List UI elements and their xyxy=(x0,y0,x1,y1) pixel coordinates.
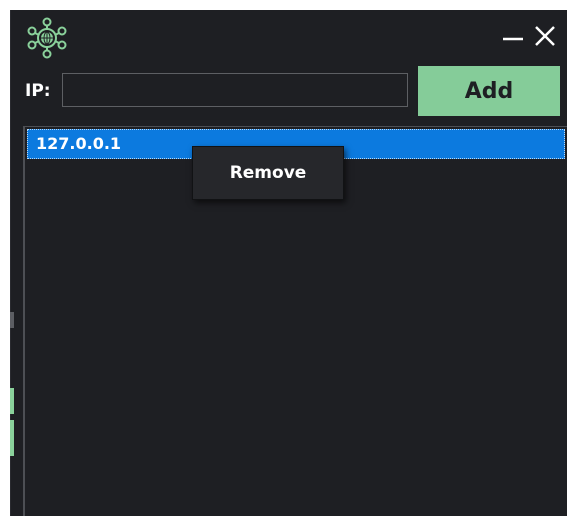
context-menu: Remove xyxy=(192,146,344,200)
ip-label: IP: xyxy=(25,81,51,101)
close-icon xyxy=(535,26,555,46)
close-button[interactable] xyxy=(531,22,559,50)
background-fragment xyxy=(10,312,14,328)
background-fragment xyxy=(10,516,567,522)
remove-menu-item[interactable]: Remove xyxy=(230,163,307,183)
ip-input[interactable] xyxy=(62,73,408,107)
window-controls xyxy=(499,22,559,50)
background-fragment xyxy=(10,420,14,456)
background-fragment xyxy=(10,388,14,414)
network-globe-icon xyxy=(27,16,67,60)
minimize-icon xyxy=(503,37,523,41)
minimize-button[interactable] xyxy=(499,22,527,50)
add-button[interactable]: Add xyxy=(418,66,560,116)
